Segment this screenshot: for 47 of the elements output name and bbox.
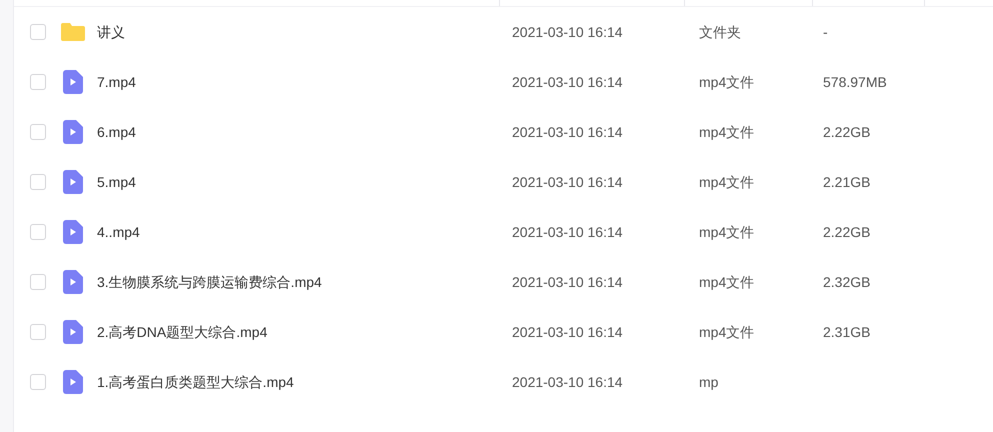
file-size: 578.97MB — [823, 74, 887, 90]
video-file-icon — [63, 120, 83, 144]
file-name[interactable]: 4..mp4 — [97, 222, 140, 242]
file-name[interactable]: 3.生物膜系统与跨膜运输费综合.mp4 — [97, 272, 322, 292]
file-type: mp — [699, 374, 718, 390]
checkbox[interactable] — [30, 24, 46, 40]
checkbox[interactable] — [30, 124, 46, 140]
video-file-icon — [63, 70, 83, 94]
checkbox[interactable] — [30, 174, 46, 190]
file-name[interactable]: 1.高考蛋白质类题型大综合.mp4 — [97, 372, 294, 392]
file-type: mp4文件 — [699, 74, 754, 90]
file-size: 2.31GB — [823, 324, 870, 340]
checkbox[interactable] — [30, 324, 46, 340]
checkbox[interactable] — [30, 74, 46, 90]
checkbox[interactable] — [30, 224, 46, 240]
video-file-icon — [63, 370, 83, 394]
video-file-icon — [63, 270, 83, 294]
file-size: 2.22GB — [823, 224, 870, 240]
file-name[interactable]: 7.mp4 — [97, 72, 136, 92]
video-file-icon — [63, 320, 83, 344]
modified-date: 2021-03-10 16:14 — [512, 124, 623, 140]
modified-date: 2021-03-10 16:14 — [512, 24, 623, 40]
file-size: 2.32GB — [823, 274, 870, 290]
file-size: - — [823, 24, 828, 40]
folder-icon — [60, 22, 86, 42]
file-name[interactable]: 5.mp4 — [97, 172, 136, 192]
file-type: mp4文件 — [699, 324, 754, 340]
video-file-icon — [63, 170, 83, 194]
file-size: 2.22GB — [823, 124, 870, 140]
file-size: 2.21GB — [823, 174, 870, 190]
checkbox[interactable] — [30, 274, 46, 290]
file-name[interactable]: 2.高考DNA题型大综合.mp4 — [97, 322, 268, 342]
file-type: mp4文件 — [699, 174, 754, 190]
file-name[interactable]: 讲义 — [97, 22, 125, 42]
modified-date: 2021-03-10 16:14 — [512, 324, 623, 340]
modified-date: 2021-03-10 16:14 — [512, 274, 623, 290]
modified-date: 2021-03-10 16:14 — [512, 374, 623, 390]
modified-date: 2021-03-10 16:14 — [512, 224, 623, 240]
file-type: mp4文件 — [699, 274, 754, 290]
video-file-icon — [63, 220, 83, 244]
file-type: 文件夹 — [699, 24, 741, 40]
file-name[interactable]: 6.mp4 — [97, 122, 136, 142]
checkbox[interactable] — [30, 374, 46, 390]
file-type: mp4文件 — [699, 224, 754, 240]
modified-date: 2021-03-10 16:14 — [512, 174, 623, 190]
modified-date: 2021-03-10 16:14 — [512, 74, 623, 90]
file-type: mp4文件 — [699, 124, 754, 140]
